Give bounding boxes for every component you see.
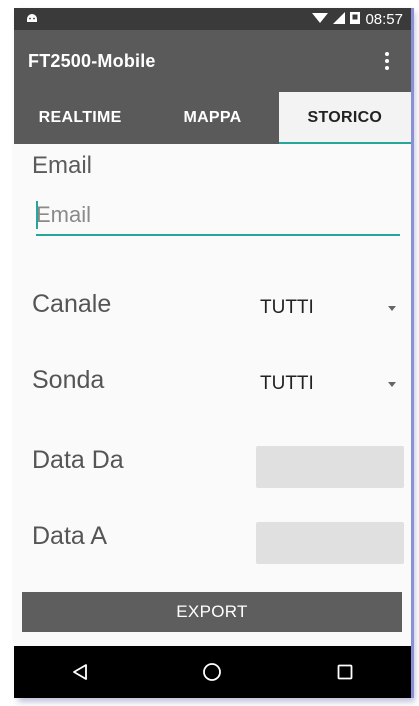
data-da-field[interactable] — [256, 446, 404, 488]
canale-dropdown[interactable]: TUTTI — [260, 290, 400, 326]
dropdown-arrow-icon — [388, 381, 396, 387]
navigation-bar — [14, 646, 411, 698]
battery-icon — [350, 11, 361, 28]
overflow-menu-icon[interactable] — [377, 48, 397, 74]
sonda-value: TUTTI — [260, 373, 314, 394]
android-icon — [26, 11, 38, 28]
dropdown-arrow-icon — [388, 305, 396, 311]
signal-icon — [333, 11, 346, 28]
sonda-label: Sonda — [32, 366, 105, 394]
canale-label: Canale — [32, 290, 112, 318]
export-button[interactable]: EXPORT — [22, 592, 402, 632]
app-bar: FT2500-Mobile — [14, 30, 411, 92]
tab-mappa[interactable]: MAPPA — [146, 92, 278, 144]
text-cursor — [36, 201, 38, 229]
back-icon[interactable] — [50, 646, 110, 698]
canale-value: TUTTI — [260, 297, 314, 318]
tab-storico[interactable]: STORICO — [278, 92, 411, 144]
email-label: Email — [32, 152, 93, 179]
recents-icon[interactable] — [315, 646, 375, 698]
app-title: FT2500-Mobile — [28, 50, 156, 71]
sonda-dropdown[interactable]: TUTTI — [260, 366, 400, 402]
phone-screen: 08:57 FT2500-Mobile REALTIME MAPPA STORI… — [14, 8, 411, 698]
home-icon[interactable] — [182, 646, 242, 698]
clock: 08:57 — [365, 10, 403, 28]
data-a-label: Data A — [32, 522, 108, 550]
wifi-icon — [312, 11, 329, 28]
status-bar: 08:57 — [14, 8, 411, 30]
data-a-field[interactable] — [256, 522, 404, 564]
tab-realtime[interactable]: REALTIME — [14, 92, 146, 144]
email-input[interactable] — [36, 196, 400, 236]
tab-bar: REALTIME MAPPA STORICO — [14, 92, 411, 144]
data-da-label: Data Da — [32, 446, 124, 474]
